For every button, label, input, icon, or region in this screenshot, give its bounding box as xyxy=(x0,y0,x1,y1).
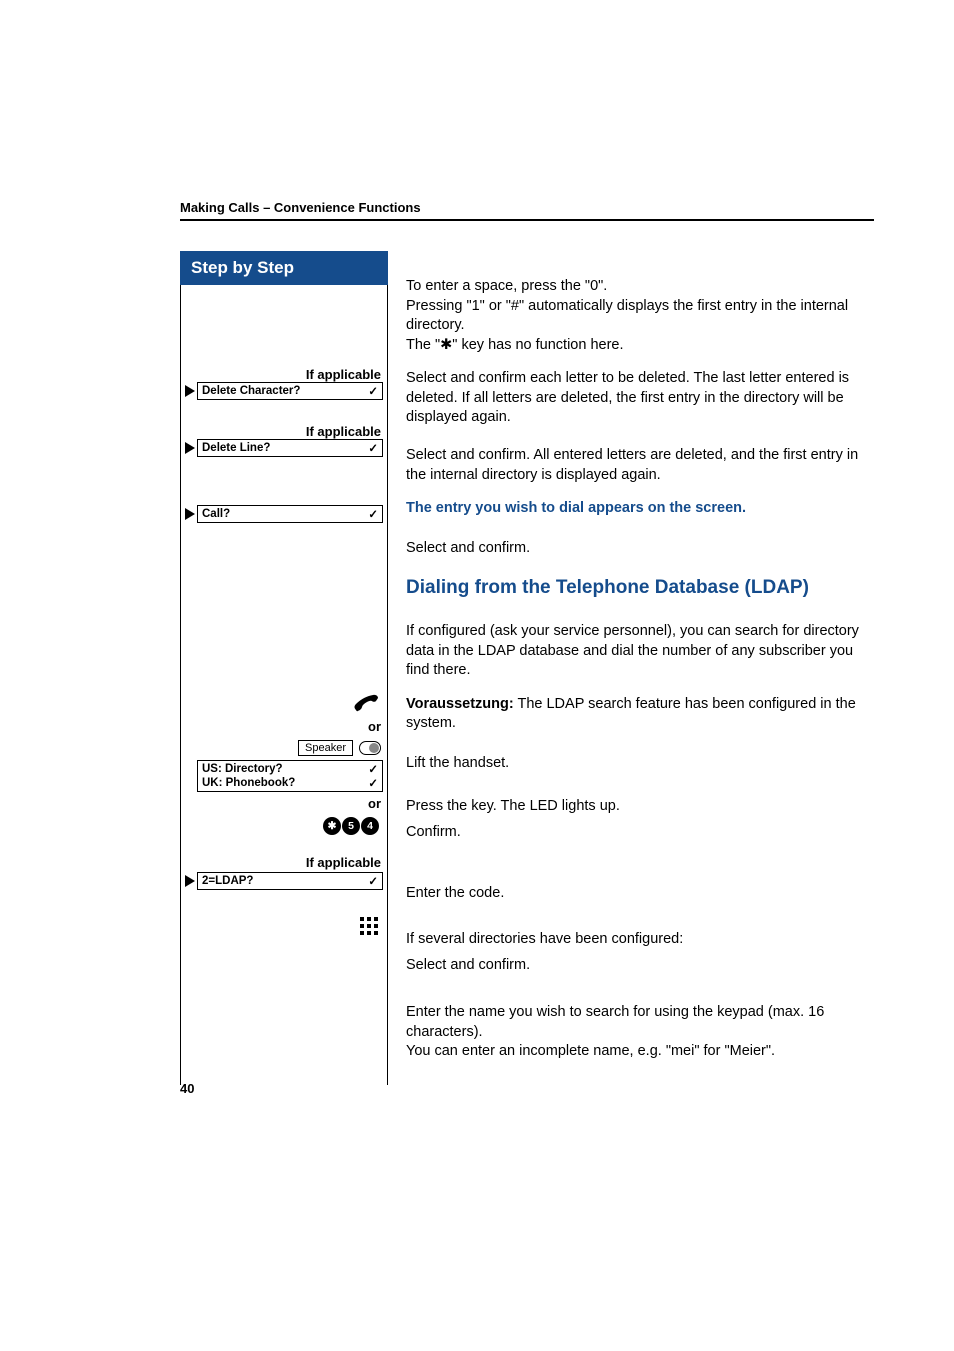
select-arrow-icon xyxy=(185,442,195,454)
handset-icon-row xyxy=(185,693,383,713)
check-icon: ✓ xyxy=(368,441,378,455)
menu-label: Call? xyxy=(202,508,230,520)
select-arrow-icon xyxy=(185,508,195,520)
check-icon: ✓ xyxy=(368,384,378,398)
or-label: or xyxy=(185,796,383,811)
paragraph: Voraussetzung: The LDAP search feature h… xyxy=(406,695,874,734)
inline-heading: The entry you wish to dial appears on th… xyxy=(406,499,874,519)
keypad-icon xyxy=(359,916,379,938)
handset-icon xyxy=(353,693,379,713)
select-arrow-icon xyxy=(185,875,195,887)
paragraph: Press the key. The LED lights up. xyxy=(406,797,874,817)
or-label: or xyxy=(185,719,383,734)
key-4-icon: 4 xyxy=(361,817,379,835)
section-heading: Dialing from the Telephone Database (LDA… xyxy=(406,576,874,600)
check-icon: ✓ xyxy=(368,776,378,790)
paragraph: Lift the handset. xyxy=(406,754,874,774)
speaker-label: Speaker xyxy=(298,740,353,756)
menu-label: Delete Character? xyxy=(202,385,300,397)
menu-delete-line: Delete Line? ✓ xyxy=(185,439,383,457)
menu-label: 2=LDAP? xyxy=(202,875,253,887)
check-icon: ✓ xyxy=(368,507,378,521)
keypad-icon-row xyxy=(185,916,383,938)
paragraph: Enter the code. xyxy=(406,884,874,904)
paragraph: If several directories have been configu… xyxy=(406,930,874,950)
speaker-key: Speaker xyxy=(185,740,383,756)
if-applicable-label: If applicable xyxy=(185,424,383,439)
paragraph: Select and confirm each letter to be del… xyxy=(406,369,874,428)
key-star-icon: ✱ xyxy=(323,817,341,835)
code-keys: ✱ 5 4 xyxy=(185,817,383,835)
paragraph: If configured (ask your service personne… xyxy=(406,622,874,681)
menu-delete-character: Delete Character? ✓ xyxy=(185,382,383,400)
led-icon xyxy=(359,741,381,755)
paragraph: Enter the name you wish to search for us… xyxy=(406,1003,874,1062)
running-header: Making Calls – Convenience Functions xyxy=(180,200,874,221)
if-applicable-label: If applicable xyxy=(185,855,383,870)
paragraph: To enter a space, press the "0". Pressin… xyxy=(406,277,874,355)
paragraph: Confirm. xyxy=(406,823,874,843)
paragraph: Select and confirm. All entered letters … xyxy=(406,446,874,485)
menu-ldap: 2=LDAP? ✓ xyxy=(185,872,383,890)
paragraph: Select and confirm. xyxy=(406,956,874,976)
paragraph: Select and confirm. xyxy=(406,539,874,559)
page-number: 40 xyxy=(180,1081,194,1096)
precondition-label: Voraussetzung: xyxy=(406,696,514,712)
menu-directory: US: Directory? ✓ UK: Phonebook? ✓ xyxy=(197,760,383,792)
menu-label-uk: UK: Phonebook? xyxy=(202,777,295,789)
menu-label: Delete Line? xyxy=(202,442,270,454)
check-icon: ✓ xyxy=(368,874,378,888)
if-applicable-label: If applicable xyxy=(185,367,383,382)
main-content: To enter a space, press the "0". Pressin… xyxy=(388,251,874,1076)
select-arrow-icon xyxy=(185,385,195,397)
menu-call: Call? ✓ xyxy=(185,505,383,523)
step-title: Step by Step xyxy=(180,251,388,285)
key-5-icon: 5 xyxy=(342,817,360,835)
check-icon: ✓ xyxy=(368,762,378,776)
step-sidebar: Step by Step If applicable Delete Charac… xyxy=(180,251,388,1085)
menu-label-us: US: Directory? xyxy=(202,763,283,775)
